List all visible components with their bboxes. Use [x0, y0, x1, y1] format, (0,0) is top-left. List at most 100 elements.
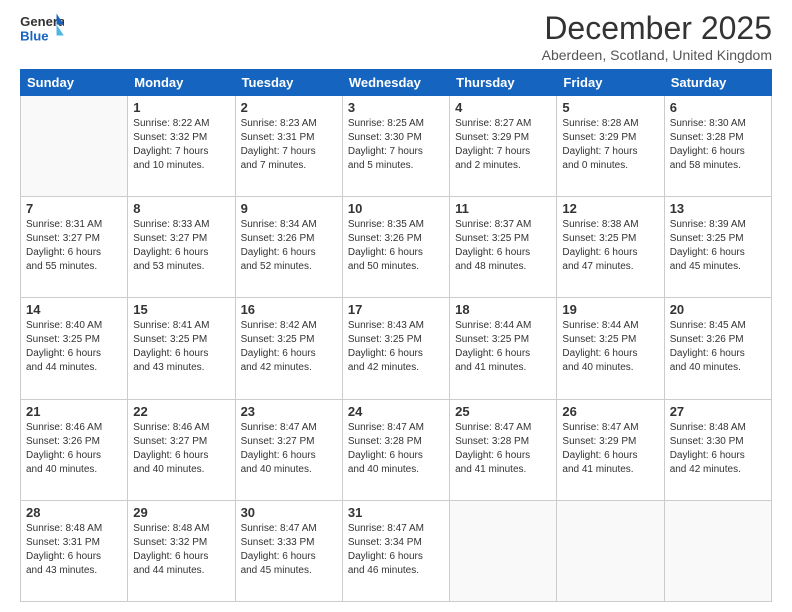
col-wednesday: Wednesday: [342, 70, 449, 96]
day-number: 17: [348, 302, 444, 317]
day-info: Sunrise: 8:45 AMSunset: 3:26 PMDaylight:…: [670, 319, 766, 375]
day-number: 21: [26, 404, 122, 419]
day-number: 18: [455, 302, 551, 317]
calendar-cell: 7 Sunrise: 8:31 AMSunset: 3:27 PMDaylight…: [21, 197, 128, 298]
calendar-cell: [21, 96, 128, 197]
calendar-cell: 18 Sunrise: 8:44 AMSunset: 3:25 PMDayligh…: [450, 298, 557, 399]
day-number: 11: [455, 201, 551, 216]
calendar-cell: 5Sunrise: 8:28 AMSunset: 3:29 PMDaylight…: [557, 96, 664, 197]
calendar-week-2: 7 Sunrise: 8:31 AMSunset: 3:27 PMDaylight…: [21, 197, 772, 298]
day-info: Sunrise: 8:48 AMSunset: 3:30 PMDaylight:…: [670, 421, 766, 477]
calendar-cell: 16 Sunrise: 8:42 AMSunset: 3:25 PMDayligh…: [235, 298, 342, 399]
calendar-cell: 2Sunrise: 8:23 AMSunset: 3:31 PMDaylight…: [235, 96, 342, 197]
calendar-header-row: Sunday Monday Tuesday Wednesday Thursday…: [21, 70, 772, 96]
col-sunday: Sunday: [21, 70, 128, 96]
day-number: 16: [241, 302, 337, 317]
day-info: Sunrise: 8:47 AMSunset: 3:33 PMDaylight:…: [241, 522, 337, 578]
day-info: Sunrise: 8:37 AMSunset: 3:25 PMDaylight:…: [455, 218, 551, 274]
calendar-week-4: 21 Sunrise: 8:46 AMSunset: 3:26 PMDayligh…: [21, 399, 772, 500]
col-saturday: Saturday: [664, 70, 771, 96]
calendar-cell: 29 Sunrise: 8:48 AMSunset: 3:32 PMDayligh…: [128, 500, 235, 601]
calendar-cell: 25Sunrise: 8:47 AMSunset: 3:28 PMDayligh…: [450, 399, 557, 500]
day-number: 30: [241, 505, 337, 520]
calendar-cell: 24Sunrise: 8:47 AMSunset: 3:28 PMDayligh…: [342, 399, 449, 500]
day-info: Sunrise: 8:42 AMSunset: 3:25 PMDaylight:…: [241, 319, 337, 375]
day-number: 4: [455, 100, 551, 115]
day-info: Sunrise: 8:34 AMSunset: 3:26 PMDaylight:…: [241, 218, 337, 274]
calendar-cell: 26 Sunrise: 8:47 AMSunset: 3:29 PMDayligh…: [557, 399, 664, 500]
day-number: 26: [562, 404, 658, 419]
calendar-cell: 12 Sunrise: 8:38 AMSunset: 3:25 PMDayligh…: [557, 197, 664, 298]
page: General Blue December 2025 Aberdeen, Sco…: [0, 0, 792, 612]
calendar-cell: 8Sunrise: 8:33 AMSunset: 3:27 PMDaylight…: [128, 197, 235, 298]
day-number: 24: [348, 404, 444, 419]
calendar-cell: 17Sunrise: 8:43 AMSunset: 3:25 PMDayligh…: [342, 298, 449, 399]
day-number: 20: [670, 302, 766, 317]
calendar-cell: 21 Sunrise: 8:46 AMSunset: 3:26 PMDayligh…: [21, 399, 128, 500]
day-info: Sunrise: 8:48 AMSunset: 3:32 PMDaylight:…: [133, 522, 229, 578]
day-number: 29: [133, 505, 229, 520]
calendar-cell: 20 Sunrise: 8:45 AMSunset: 3:26 PMDayligh…: [664, 298, 771, 399]
day-info: Sunrise: 8:28 AMSunset: 3:29 PMDaylight:…: [562, 117, 658, 173]
col-friday: Friday: [557, 70, 664, 96]
title-block: December 2025 Aberdeen, Scotland, United…: [542, 10, 772, 63]
calendar-cell: 11 Sunrise: 8:37 AMSunset: 3:25 PMDayligh…: [450, 197, 557, 298]
calendar-cell: 4Sunrise: 8:27 AMSunset: 3:29 PMDaylight…: [450, 96, 557, 197]
day-info: Sunrise: 8:23 AMSunset: 3:31 PMDaylight:…: [241, 117, 337, 173]
day-number: 13: [670, 201, 766, 216]
calendar-table: Sunday Monday Tuesday Wednesday Thursday…: [20, 69, 772, 602]
calendar-cell: 31Sunrise: 8:47 AMSunset: 3:34 PMDayligh…: [342, 500, 449, 601]
day-info: Sunrise: 8:40 AMSunset: 3:25 PMDaylight:…: [26, 319, 122, 375]
main-title: December 2025: [542, 10, 772, 47]
day-info: Sunrise: 8:47 AMSunset: 3:28 PMDaylight:…: [455, 421, 551, 477]
day-info: Sunrise: 8:48 AMSunset: 3:31 PMDaylight:…: [26, 522, 122, 578]
calendar-cell: 27 Sunrise: 8:48 AMSunset: 3:30 PMDayligh…: [664, 399, 771, 500]
day-info: Sunrise: 8:46 AMSunset: 3:27 PMDaylight:…: [133, 421, 229, 477]
calendar-cell: 3 Sunrise: 8:25 AMSunset: 3:30 PMDaylight…: [342, 96, 449, 197]
day-info: Sunrise: 8:31 AMSunset: 3:27 PMDaylight:…: [26, 218, 122, 274]
calendar-cell: 28Sunrise: 8:48 AMSunset: 3:31 PMDayligh…: [21, 500, 128, 601]
calendar-week-1: 1 Sunrise: 8:22 AMSunset: 3:32 PMDaylight…: [21, 96, 772, 197]
calendar-cell: 9 Sunrise: 8:34 AMSunset: 3:26 PMDaylight…: [235, 197, 342, 298]
subtitle: Aberdeen, Scotland, United Kingdom: [542, 47, 772, 63]
day-number: 9: [241, 201, 337, 216]
day-number: 31: [348, 505, 444, 520]
calendar-cell: 15Sunrise: 8:41 AMSunset: 3:25 PMDayligh…: [128, 298, 235, 399]
calendar-cell: 14Sunrise: 8:40 AMSunset: 3:25 PMDayligh…: [21, 298, 128, 399]
col-thursday: Thursday: [450, 70, 557, 96]
calendar-cell: [557, 500, 664, 601]
day-number: 1: [133, 100, 229, 115]
day-number: 12: [562, 201, 658, 216]
day-info: Sunrise: 8:39 AMSunset: 3:25 PMDaylight:…: [670, 218, 766, 274]
day-info: Sunrise: 8:47 AMSunset: 3:27 PMDaylight:…: [241, 421, 337, 477]
day-info: Sunrise: 8:22 AMSunset: 3:32 PMDaylight:…: [133, 117, 229, 173]
calendar-week-3: 14Sunrise: 8:40 AMSunset: 3:25 PMDayligh…: [21, 298, 772, 399]
day-info: Sunrise: 8:44 AMSunset: 3:25 PMDaylight:…: [562, 319, 658, 375]
day-number: 6: [670, 100, 766, 115]
calendar-cell: 19Sunrise: 8:44 AMSunset: 3:25 PMDayligh…: [557, 298, 664, 399]
day-info: Sunrise: 8:41 AMSunset: 3:25 PMDaylight:…: [133, 319, 229, 375]
calendar-cell: 1 Sunrise: 8:22 AMSunset: 3:32 PMDaylight…: [128, 96, 235, 197]
svg-text:Blue: Blue: [20, 29, 48, 44]
day-info: Sunrise: 8:44 AMSunset: 3:25 PMDaylight:…: [455, 319, 551, 375]
logo: General Blue: [20, 10, 64, 50]
calendar-cell: 10 Sunrise: 8:35 AMSunset: 3:26 PMDayligh…: [342, 197, 449, 298]
day-number: 23: [241, 404, 337, 419]
day-info: Sunrise: 8:35 AMSunset: 3:26 PMDaylight:…: [348, 218, 444, 274]
col-tuesday: Tuesday: [235, 70, 342, 96]
day-number: 27: [670, 404, 766, 419]
calendar-cell: [450, 500, 557, 601]
day-number: 3: [348, 100, 444, 115]
calendar-cell: [664, 500, 771, 601]
calendar-cell: 22 Sunrise: 8:46 AMSunset: 3:27 PMDayligh…: [128, 399, 235, 500]
day-number: 7: [26, 201, 122, 216]
day-number: 10: [348, 201, 444, 216]
day-number: 22: [133, 404, 229, 419]
day-info: Sunrise: 8:47 AMSunset: 3:29 PMDaylight:…: [562, 421, 658, 477]
day-info: Sunrise: 8:25 AMSunset: 3:30 PMDaylight:…: [348, 117, 444, 173]
calendar-cell: 23 Sunrise: 8:47 AMSunset: 3:27 PMDayligh…: [235, 399, 342, 500]
calendar-cell: 13 Sunrise: 8:39 AMSunset: 3:25 PMDayligh…: [664, 197, 771, 298]
day-info: Sunrise: 8:46 AMSunset: 3:26 PMDaylight:…: [26, 421, 122, 477]
day-info: Sunrise: 8:38 AMSunset: 3:25 PMDaylight:…: [562, 218, 658, 274]
calendar-cell: 6Sunrise: 8:30 AMSunset: 3:28 PMDaylight…: [664, 96, 771, 197]
